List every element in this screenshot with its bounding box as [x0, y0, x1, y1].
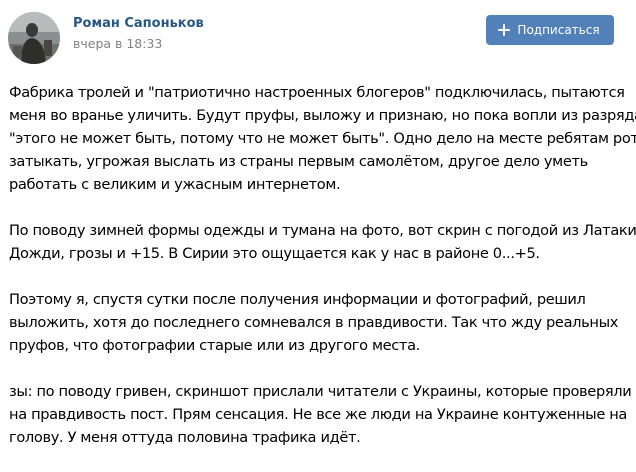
text-line: "этого не может быть, потому что не може…	[9, 130, 636, 147]
text-line: затыкать, угрожая выслать из страны перв…	[9, 153, 588, 170]
text-line: меня во вранье уличить. Будут пруфы, выл…	[9, 107, 636, 124]
text-line: зы: по поводу гривен, скриншот прислали …	[9, 383, 632, 400]
text-line: Дожди, грозы и +15. В Сирии это ощущаетс…	[9, 245, 540, 262]
post-paragraph: По поводу зимней формы одежды и тумана н…	[9, 219, 636, 265]
subscribe-label: Подписаться	[517, 22, 600, 37]
text-line: Фабрика тролей и "патриотично настроенны…	[9, 84, 625, 101]
avatar[interactable]	[8, 12, 60, 64]
post-paragraph: Поэтому я, спустя сутки после получения …	[9, 288, 627, 357]
text-line: По поводу зимней формы одежды и тумана н…	[9, 222, 636, 239]
text-line: Поэтому я, спустя сутки после получения …	[9, 291, 586, 308]
post-date[interactable]: вчера в 18:33	[73, 35, 162, 52]
post: Роман Сапоньков вчера в 18:33 Подписатьс…	[0, 0, 636, 451]
subscribe-button[interactable]: Подписаться	[486, 15, 614, 45]
post-text: Фабрика тролей и "патриотично настроенны…	[9, 81, 636, 472]
avatar-photo	[8, 12, 60, 64]
text-line: работать с великим и ужасным интернетом.	[9, 176, 341, 193]
text-line: на правдивость пост. Прям сенсация. Не в…	[9, 406, 628, 423]
text-line: пруфов, что фотографии старые или из дру…	[9, 337, 420, 354]
plus-icon	[498, 24, 511, 36]
author-name[interactable]: Роман Сапоньков	[73, 15, 204, 32]
text-line: выложить, хотя до последнего сомневался …	[9, 314, 619, 331]
post-paragraph: Фабрика тролей и "патриотично настроенны…	[9, 81, 636, 196]
text-line: голову. У меня оттуда половина трафика и…	[9, 429, 361, 446]
post-paragraph: зы: по поводу гривен, скриншот прислали …	[9, 380, 632, 449]
